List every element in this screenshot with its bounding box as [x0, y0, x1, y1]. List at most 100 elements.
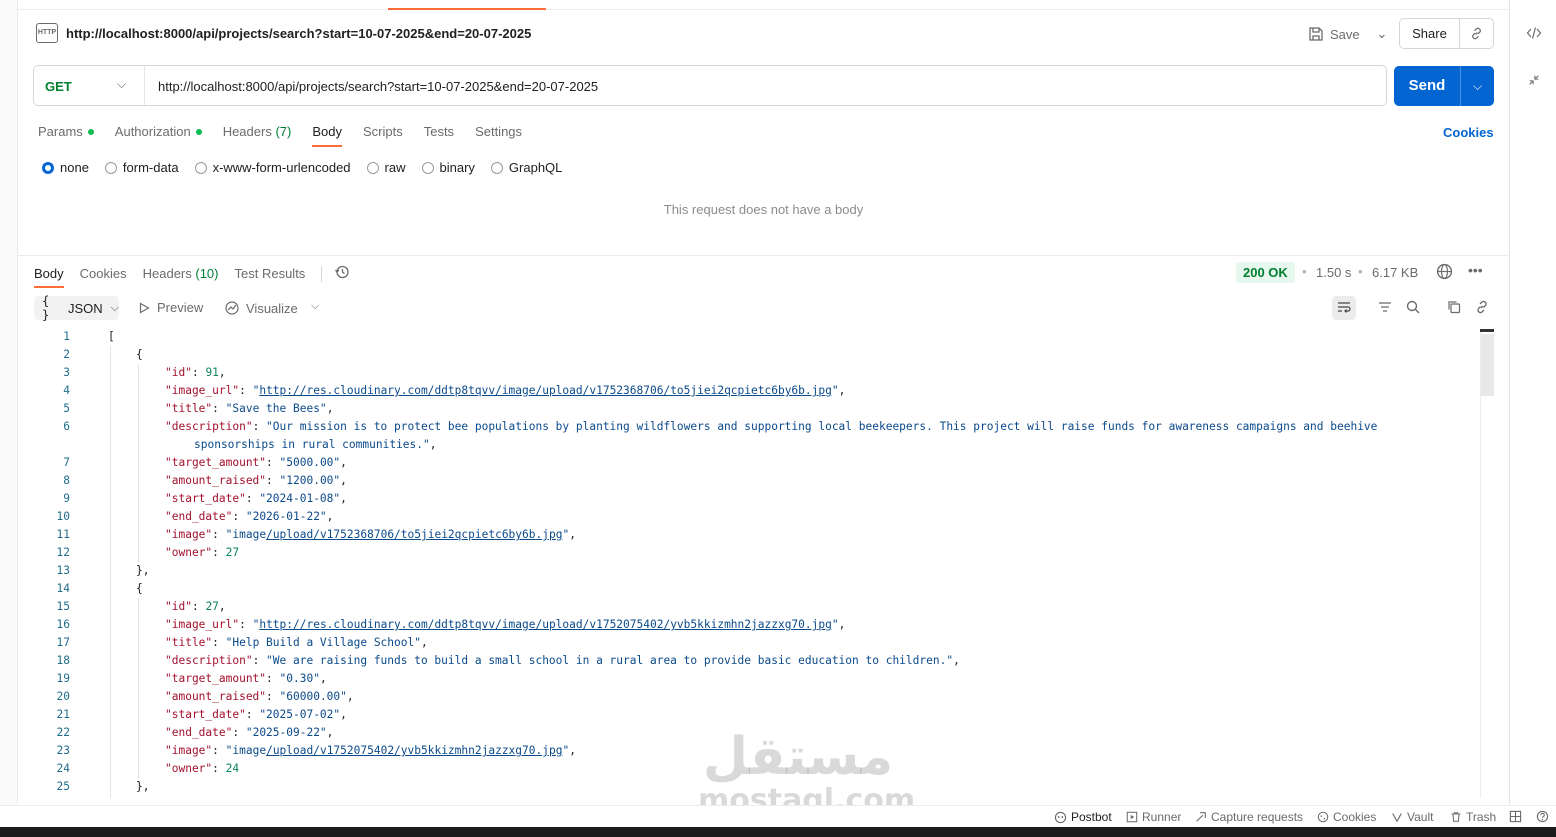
line-number: 6 — [63, 420, 70, 433]
history-icon[interactable] — [334, 264, 350, 283]
code-line: "owner": 24 — [165, 762, 240, 775]
capture-requests-button[interactable]: Capture requests — [1195, 810, 1303, 824]
code-line: "start_date": "2025-07-02", — [165, 708, 347, 721]
line-number: 2 — [63, 348, 70, 361]
request-title[interactable]: http://localhost:8000/api/projects/searc… — [66, 26, 531, 41]
response-tab-test-results[interactable]: Test Results — [235, 266, 306, 288]
response-tab-headers[interactable]: Headers (10) — [143, 266, 219, 288]
method-select[interactable]: GET — [45, 79, 72, 94]
code-scrollbar[interactable] — [1480, 330, 1494, 798]
json-key: "image_url" — [165, 618, 240, 631]
tab-headers[interactable]: Headers (7) — [223, 124, 292, 147]
search-icon[interactable] — [1401, 296, 1425, 320]
format-select[interactable]: { } JSON ⌵ — [34, 294, 119, 322]
visualize-button[interactable]: Visualize — [224, 300, 298, 316]
code-icon[interactable] — [1524, 25, 1544, 44]
code-line: "end_date": "2025-09-22", — [165, 726, 334, 739]
meta-separator: • — [1302, 264, 1307, 279]
runner-label: Runner — [1142, 810, 1182, 824]
tab-params[interactable]: Params — [38, 124, 94, 147]
json-link[interactable]: http://res.cloudinary.com/ddtp8tqvv/imag… — [259, 618, 832, 631]
line-number: 7 — [63, 456, 70, 469]
line-number: 25 — [56, 780, 70, 793]
preview-button[interactable]: Preview — [138, 300, 203, 315]
json-key: "start_date" — [165, 492, 246, 505]
response-tabs: Body Cookies Headers (10) Test Results — [34, 264, 350, 290]
line-number: 10 — [56, 510, 70, 523]
save-options-chevron-icon[interactable]: ⌄ — [1370, 22, 1394, 46]
radio-binary[interactable]: binary — [421, 160, 475, 175]
copy-icon[interactable] — [1442, 296, 1466, 320]
share-group: Share — [1399, 18, 1494, 49]
response-tab-cookies[interactable]: Cookies — [80, 266, 127, 288]
json-key: "image_url" — [165, 384, 240, 397]
trash-button[interactable]: Trash — [1450, 810, 1496, 824]
cookies-link[interactable]: Cookies — [1443, 125, 1494, 140]
code-line: "id": 91, — [165, 366, 226, 379]
json-key: "start_date" — [165, 708, 246, 721]
chevron-down-icon[interactable]: ⌵ — [117, 77, 126, 92]
radio-form-data[interactable]: form-data — [104, 160, 179, 175]
link-icon[interactable] — [1460, 19, 1493, 48]
collapse-icon[interactable] — [1524, 73, 1544, 90]
share-button[interactable]: Share — [1400, 19, 1460, 48]
link-icon[interactable] — [1470, 296, 1494, 320]
visualize-label: Visualize — [246, 300, 298, 316]
status-badge[interactable]: 200 OK — [1236, 262, 1295, 283]
more-icon[interactable]: ••• — [1468, 262, 1483, 278]
json-key: "amount_raised" — [165, 690, 267, 703]
tab-settings[interactable]: Settings — [475, 124, 522, 147]
json-key: "image" — [165, 744, 213, 757]
tab-body[interactable]: Body — [312, 124, 342, 147]
globe-icon[interactable] — [1436, 263, 1453, 283]
tab-label: Headers — [142, 266, 192, 281]
line-number: 23 — [56, 744, 70, 757]
runner-button[interactable]: Runner — [1126, 810, 1181, 824]
chevron-down-icon[interactable]: ⌵ — [311, 300, 319, 313]
json-value: "2025-07-02" — [259, 708, 341, 721]
json-key: "amount_raised" — [165, 474, 267, 487]
radio-graphql[interactable]: GraphQL — [490, 160, 562, 175]
radio-icon — [490, 161, 503, 174]
tab-count: (10) — [195, 266, 219, 281]
radio-raw[interactable]: raw — [366, 160, 406, 175]
line-number: 13 — [56, 564, 70, 577]
vault-button[interactable]: Vault — [1391, 810, 1433, 824]
vault-icon — [1392, 813, 1402, 823]
tab-tests[interactable]: Tests — [424, 124, 454, 147]
json-value: "2024-01-08" — [259, 492, 341, 505]
send-options-chevron-icon[interactable]: ⌵ — [1461, 66, 1494, 106]
tab-label: Params — [38, 124, 83, 139]
save-button[interactable]: Save — [1308, 22, 1360, 46]
response-size[interactable]: 6.17 KB — [1372, 265, 1418, 280]
radio-label: none — [60, 160, 89, 175]
json-value: "Save the Bees" — [225, 402, 327, 415]
scrollbar-thumb[interactable] — [1481, 334, 1494, 396]
line-number: 22 — [56, 726, 70, 739]
postbot-button[interactable]: Postbot — [1054, 810, 1112, 824]
tab-scripts[interactable]: Scripts — [363, 124, 403, 147]
json-value: image — [232, 744, 267, 757]
request-response-divider[interactable] — [18, 255, 1509, 256]
json-link[interactable]: http://res.cloudinary.com/ddtp8tqvv/imag… — [259, 384, 832, 397]
vault-label: Vault — [1407, 810, 1434, 824]
send-button[interactable]: Send — [1394, 66, 1461, 106]
indent-guide — [138, 598, 139, 778]
help-icon[interactable] — [1536, 810, 1549, 823]
tab-authorization[interactable]: Authorization — [115, 124, 202, 147]
filter-icon[interactable] — [1373, 296, 1397, 320]
json-link[interactable]: /upload/v1752368706/to5jiei2qcpietc6by6b… — [266, 528, 562, 541]
response-tab-body[interactable]: Body — [34, 266, 64, 288]
braces-icon: { } — [42, 294, 50, 322]
wrap-icon[interactable] — [1332, 296, 1356, 320]
capture-label: Capture requests — [1211, 810, 1304, 824]
layout-icon[interactable] — [1509, 810, 1522, 823]
json-link[interactable]: /upload/v1752075402/yvb5kkizmhn2jazzxg70… — [266, 744, 562, 757]
cookies-button[interactable]: Cookies — [1317, 810, 1376, 824]
radio-urlencoded[interactable]: x-www-form-urlencoded — [194, 160, 351, 175]
url-input[interactable]: http://localhost:8000/api/projects/searc… — [158, 79, 598, 94]
radio-none[interactable]: none — [42, 160, 89, 175]
response-time[interactable]: 1.50 s — [1316, 265, 1351, 280]
line-number: 1 — [63, 330, 70, 343]
status-dot — [87, 129, 94, 135]
